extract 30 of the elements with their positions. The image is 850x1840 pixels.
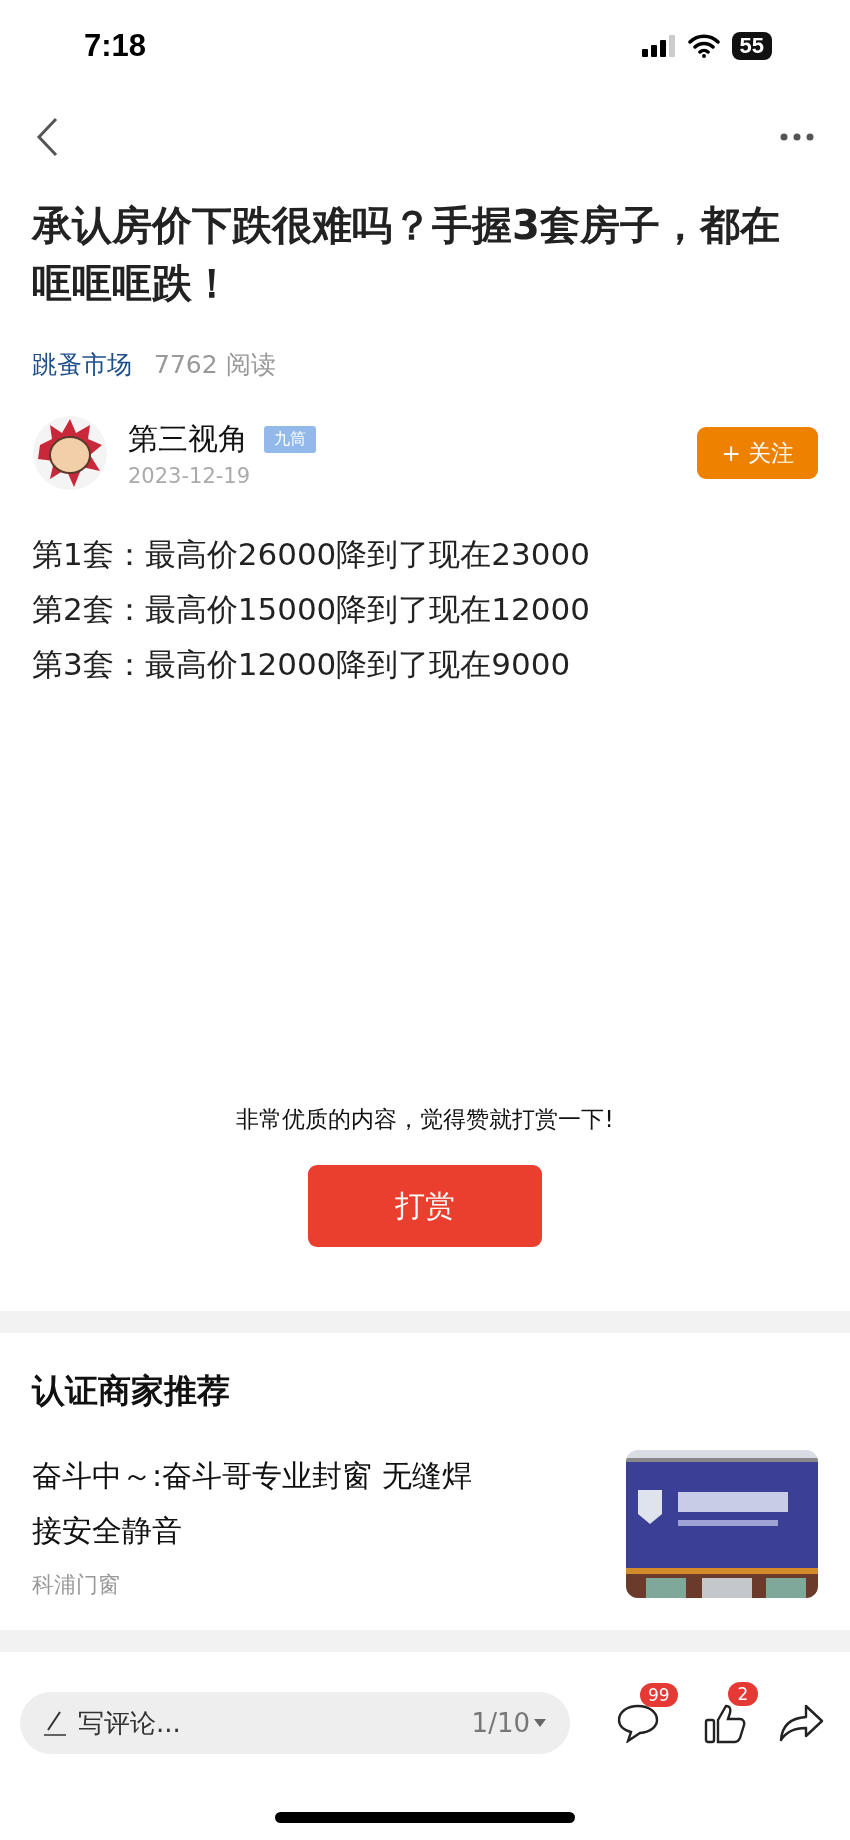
author-badge: 九筒 [264,425,316,453]
status-time: 7:18 [84,28,147,64]
like-count: 2 [728,1682,758,1706]
more-icon[interactable] [780,133,814,141]
wifi-icon [687,34,720,58]
thumbs-up-icon[interactable] [704,1702,748,1744]
comment-count: 99 [640,1683,678,1707]
back-icon[interactable] [36,117,58,157]
merchant-title[interactable]: 奋斗中～:奋斗哥专业封窗 无缝焊接安全静音 [32,1448,472,1558]
author-name[interactable]: 第三视角 [128,418,248,460]
channel-link[interactable]: 跳蚤市场 [32,348,132,381]
read-count: 7762 阅读 [154,349,276,381]
page-indicator[interactable]: 1/10 [471,1708,546,1738]
signal-icon [641,35,676,57]
publish-date: 2023-12-19 [128,463,252,488]
comment-field[interactable]: 写评论... 1/10 [20,1692,570,1754]
article-paragraph: 第3套：最高价12000降到了现在9000 [32,645,572,684]
article-paragraph: 第2套：最高价15000降到了现在12000 [32,590,591,629]
battery-indicator: 55 [731,32,772,60]
comment-icon[interactable] [616,1703,660,1743]
caret-icon [534,1719,546,1727]
article-paragraph: 第1套：最高价26000降到了现在23000 [32,535,591,574]
merchant-source: 科浦门窗 [32,1571,121,1599]
pen-icon [44,1710,66,1736]
article-title: 承认房价下跌很难吗？手握3套房子，都在哐哐哐跌！ [32,201,781,308]
avatar[interactable] [32,415,108,491]
section-heading: 认证商家推荐 [32,1370,231,1412]
reward-button[interactable]: 打赏 [308,1165,542,1247]
reward-prompt: 非常优质的内容，觉得赞就打赏一下! [236,1105,614,1134]
share-icon[interactable] [778,1704,824,1742]
